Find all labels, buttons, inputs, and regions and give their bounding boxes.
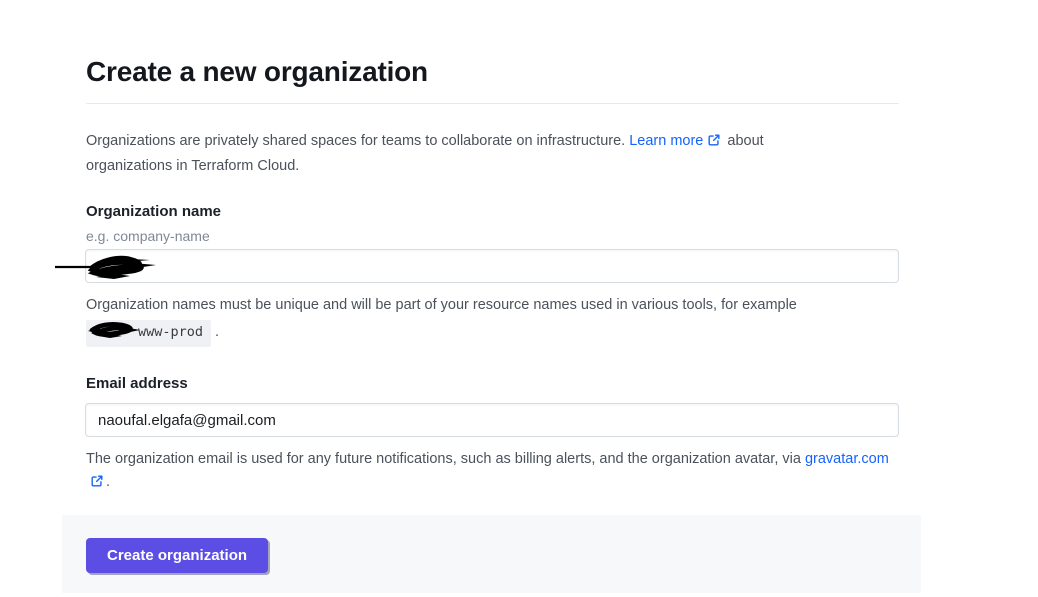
intro-paragraph: Organizations are privately shared space…	[86, 130, 846, 178]
external-link-icon	[90, 473, 104, 496]
email-help: The organization email is used for any f…	[86, 448, 906, 496]
org-name-help: Organization names must be unique and wi…	[86, 294, 899, 347]
intro-text: Organizations are privately shared space…	[86, 133, 629, 149]
redaction-scribble-small	[92, 323, 138, 338]
external-link-icon	[707, 132, 721, 155]
resource-name-example: www-prod	[86, 320, 211, 347]
page-title: Create a new organization	[86, 56, 428, 88]
form-footer: Create organization	[62, 515, 921, 593]
email-input[interactable]	[85, 403, 899, 437]
title-divider	[86, 103, 899, 104]
email-label: Email address	[86, 375, 188, 392]
create-organization-button[interactable]: Create organization	[86, 538, 268, 573]
org-name-label: Organization name	[86, 203, 221, 220]
org-name-input[interactable]	[85, 249, 899, 283]
learn-more-link[interactable]: Learn more	[629, 133, 723, 149]
org-name-hint: e.g. company-name	[86, 228, 210, 244]
